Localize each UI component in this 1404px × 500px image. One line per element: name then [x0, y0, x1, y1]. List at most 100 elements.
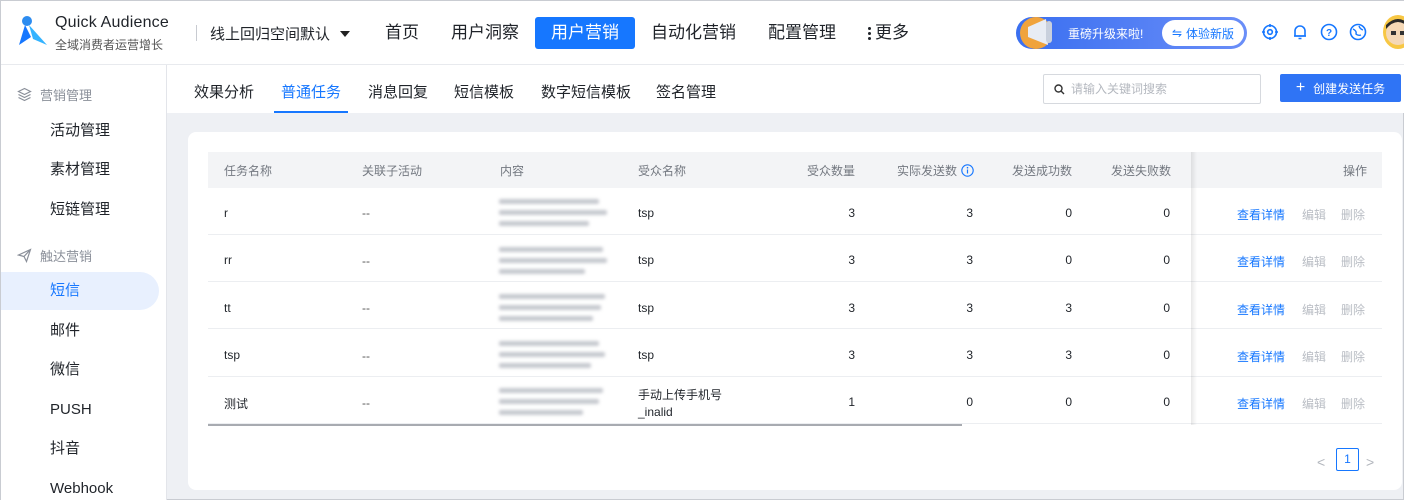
nav-user-insight[interactable]: 用户洞察: [435, 17, 535, 49]
sidebar-group-label: 营销管理: [40, 88, 93, 103]
cell-send-success: 0: [1065, 395, 1072, 409]
delete-link[interactable]: 删除: [1341, 253, 1365, 270]
edit-link[interactable]: 编辑: [1302, 253, 1326, 270]
search-input[interactable]: [1071, 82, 1251, 96]
divider: [196, 25, 197, 41]
delete-link[interactable]: 删除: [1341, 301, 1365, 318]
sidebar-item-wechat[interactable]: 微信: [1, 351, 159, 389]
cell-actual-sent: 3: [966, 301, 973, 315]
gear-settings-icon[interactable]: [1261, 23, 1279, 41]
row-divider: [208, 376, 1382, 377]
sidebar-item-material[interactable]: 素材管理: [1, 151, 159, 189]
cell-send-success: 0: [1065, 253, 1072, 267]
cell-actual-sent: 3: [966, 253, 973, 267]
view-details-link[interactable]: 查看详情: [1237, 301, 1285, 318]
col-sub-activity: 关联子活动: [362, 164, 423, 178]
quick-audience-logo-icon: [19, 16, 47, 45]
nav-user-marketing[interactable]: 用户营销: [535, 17, 635, 49]
cell-audience-name: tsp: [638, 206, 655, 220]
sidebar-item-activity[interactable]: 活动管理: [1, 112, 159, 150]
cell-sub-activity: --: [362, 301, 370, 315]
view-details-link[interactable]: 查看详情: [1237, 253, 1285, 270]
search-icon: [1054, 83, 1065, 94]
nav-config[interactable]: 配置管理: [752, 17, 852, 49]
cell-audience-count: 3: [848, 348, 855, 362]
cell-task-name: r: [224, 206, 228, 220]
tab-sms-template[interactable]: 短信模板: [454, 81, 514, 113]
top-nav: 首页 用户洞察 用户营销 自动化营销 配置管理 更多: [369, 17, 925, 49]
space-selector-label: 线上回归空间默认: [210, 26, 331, 43]
cell-sub-activity: --: [362, 206, 370, 220]
tab-normal-task[interactable]: 普通任务: [274, 81, 349, 113]
cell-audience-count: 3: [848, 301, 855, 315]
view-details-link[interactable]: 查看详情: [1237, 348, 1285, 365]
cell-send-success: 3: [1065, 301, 1072, 315]
nav-more-label: 更多: [875, 23, 909, 42]
megaphone-icon: [1020, 17, 1052, 49]
top-header: Quick Audience 全域消费者运营增长 线上回归空间默认 首页 用户洞…: [1, 1, 1404, 65]
delete-link[interactable]: 删除: [1341, 206, 1365, 223]
create-send-task-button[interactable]: + 创建发送任务: [1280, 74, 1401, 102]
tab-signature[interactable]: 签名管理: [656, 81, 716, 113]
view-details-link[interactable]: 查看详情: [1237, 206, 1285, 223]
horizontal-scrollbar[interactable]: [208, 424, 962, 426]
globe-icon[interactable]: [1349, 23, 1367, 41]
sidebar-item-sms[interactable]: 短信: [1, 272, 159, 310]
space-selector[interactable]: 线上回归空间默认: [210, 23, 351, 44]
brand-subtitle: 全域消费者运营增长: [55, 38, 164, 52]
view-details-link[interactable]: 查看详情: [1237, 395, 1285, 412]
row-divider: [208, 281, 1382, 282]
cell-send-failed: 0: [1163, 301, 1170, 315]
sidebar-item-webhook[interactable]: Webhook: [1, 470, 159, 500]
edit-link[interactable]: 编辑: [1302, 395, 1326, 412]
col-actual-sent: 实际发送数: [897, 162, 974, 179]
cell-task-name: 测试: [224, 397, 249, 411]
sidebar-group-label: 触达营销: [40, 249, 93, 264]
delete-link[interactable]: 删除: [1341, 395, 1365, 412]
cell-sub-activity: --: [362, 254, 370, 268]
col-send-failed: 发送失败数: [1111, 164, 1172, 178]
avatar-face-icon: [1386, 19, 1404, 45]
send-plane-icon: [17, 248, 32, 263]
cell-send-failed: 0: [1163, 206, 1170, 220]
cell-send-success: 3: [1065, 348, 1072, 362]
cell-send-success: 0: [1065, 206, 1072, 220]
delete-link[interactable]: 删除: [1341, 348, 1365, 365]
tab-message-reply[interactable]: 消息回复: [368, 81, 428, 113]
nav-automation[interactable]: 自动化营销: [635, 17, 752, 49]
col-actual-sent-label: 实际发送数: [897, 164, 958, 178]
swap-icon: ⇋: [1171, 26, 1183, 40]
next-page-icon[interactable]: >: [1366, 454, 1374, 470]
cell-actual-sent: 3: [966, 348, 973, 362]
user-avatar[interactable]: [1383, 15, 1404, 49]
upgrade-banner[interactable]: 重磅升级来啦! ⇋ 体验新版: [1016, 17, 1247, 49]
col-audience-count: 受众数量: [807, 164, 856, 178]
info-icon[interactable]: [961, 164, 974, 177]
cell-content-blurred: [499, 193, 607, 231]
sidebar-item-douyin[interactable]: 抖音: [1, 430, 159, 468]
try-new-version-button[interactable]: ⇋ 体验新版: [1162, 20, 1244, 46]
caret-down-icon: [340, 30, 351, 37]
nav-home[interactable]: 首页: [369, 17, 435, 49]
prev-page-icon[interactable]: <: [1317, 454, 1325, 470]
help-question-icon[interactable]: ?: [1320, 23, 1338, 41]
sidebar-item-email[interactable]: 邮件: [1, 312, 159, 350]
cell-audience-name: 手动上传手机号: [638, 388, 723, 402]
cell-audience-name: tsp: [638, 253, 655, 267]
tab-digital-sms-template[interactable]: 数字短信模板: [541, 81, 631, 113]
search-box: [1043, 74, 1261, 104]
page-number-current[interactable]: 1: [1336, 448, 1359, 471]
edit-link[interactable]: 编辑: [1302, 206, 1326, 223]
bell-icon[interactable]: [1291, 23, 1309, 41]
sidebar-item-shortlink[interactable]: 短链管理: [1, 191, 159, 229]
cell-content-blurred: [499, 288, 607, 326]
sidebar-item-push[interactable]: PUSH: [1, 391, 159, 429]
edit-link[interactable]: 编辑: [1302, 348, 1326, 365]
tab-effect-analysis[interactable]: 效果分析: [194, 81, 254, 113]
cell-audience-count: 3: [848, 253, 855, 267]
edit-link[interactable]: 编辑: [1302, 301, 1326, 318]
cell-sub-activity: --: [362, 396, 370, 410]
nav-more[interactable]: 更多: [852, 17, 925, 49]
cell-actual-sent: 3: [966, 206, 973, 220]
cell-content-blurred: [499, 241, 607, 279]
